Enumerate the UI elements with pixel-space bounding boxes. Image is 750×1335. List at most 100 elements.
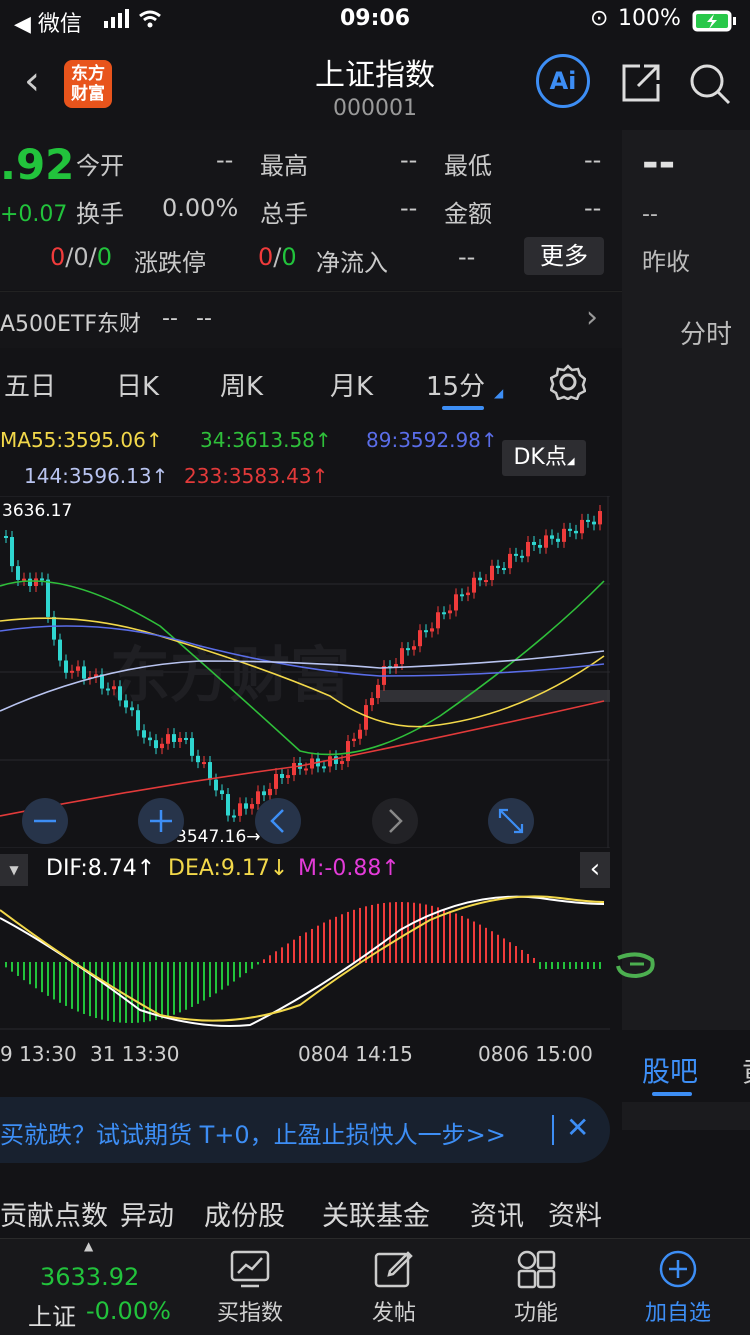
candlestick-chart[interactable]: 东方财富 3636.17 3547.16→ bbox=[0, 496, 610, 848]
settings-gear-icon[interactable] bbox=[549, 364, 587, 404]
top-header: ‹ 东方财富 上证指数 000001 Ai bbox=[0, 40, 750, 130]
macd-bar bbox=[299, 935, 301, 963]
macd-bar bbox=[317, 925, 319, 963]
candle bbox=[220, 790, 224, 795]
tab-five-day[interactable]: 五日 bbox=[4, 366, 56, 403]
etf-row[interactable]: A500ETF东财 -- -- › bbox=[0, 291, 622, 349]
candle bbox=[34, 578, 38, 587]
chart-watermark: 东方财富 bbox=[110, 642, 350, 709]
tab-cut[interactable]: 黄 bbox=[742, 1050, 750, 1090]
close-icon[interactable]: ✕ bbox=[566, 1111, 589, 1144]
tab-indicator bbox=[652, 1092, 692, 1096]
high-price-label: 3636.17 bbox=[2, 501, 72, 521]
tab-contribution[interactable]: 贡献点数 bbox=[0, 1194, 108, 1233]
side-change: -- bbox=[642, 202, 658, 227]
tab-news[interactable]: 资讯 bbox=[470, 1194, 524, 1233]
macd-bar bbox=[131, 962, 133, 1023]
tab-guba[interactable]: 股吧 bbox=[642, 1050, 698, 1090]
candle bbox=[406, 648, 410, 651]
dif-value: DIF:8.74↑ bbox=[46, 856, 156, 881]
functions-button[interactable]: 功能 bbox=[476, 1239, 596, 1327]
candle bbox=[514, 553, 518, 556]
macd-histogram bbox=[5, 902, 601, 1023]
buy-index-button[interactable]: 买指数 bbox=[190, 1239, 310, 1327]
tab-monthly-k[interactable]: 月K bbox=[330, 366, 373, 403]
candle bbox=[592, 521, 596, 525]
indicator-dropdown-icon[interactable]: ▼ bbox=[0, 854, 28, 886]
tab-daily-k[interactable]: 日K bbox=[116, 366, 159, 403]
zoom-in-button[interactable] bbox=[138, 798, 184, 844]
macd-bar bbox=[305, 932, 307, 963]
futures-ad-banner[interactable]: 买就跌？试试期货 T+0，止盈止损快人一步>> ✕ bbox=[0, 1097, 610, 1163]
guba-logo-icon bbox=[616, 952, 655, 979]
candle bbox=[226, 794, 230, 816]
high-value: -- bbox=[400, 146, 418, 174]
candle bbox=[16, 566, 20, 580]
macd-bar bbox=[413, 902, 415, 963]
candle bbox=[424, 630, 428, 633]
etf-value-1: -- bbox=[162, 306, 178, 331]
tab-constituents[interactable]: 成份股 bbox=[204, 1194, 285, 1233]
candle bbox=[112, 686, 116, 690]
more-button[interactable]: 更多 bbox=[524, 237, 604, 275]
candle bbox=[130, 707, 134, 711]
macd-bar bbox=[557, 962, 559, 969]
ma89-value: 89:3592.98↑ bbox=[366, 428, 498, 452]
macd-bar bbox=[359, 907, 361, 963]
side-price: -- bbox=[642, 140, 676, 186]
share-icon[interactable] bbox=[620, 62, 662, 108]
candle bbox=[400, 648, 404, 665]
price-band bbox=[380, 690, 610, 702]
limit-label: 涨跌停 bbox=[134, 249, 206, 277]
grid-icon bbox=[517, 1250, 556, 1289]
index-name: 上证 bbox=[28, 1303, 76, 1331]
back-to-wechat[interactable]: ◀ 微信 bbox=[14, 6, 82, 38]
macd-bar bbox=[185, 962, 187, 1010]
tab-15min[interactable]: 15分 bbox=[426, 366, 485, 403]
tab-info[interactable]: 资料 bbox=[548, 1194, 602, 1233]
fullscreen-button[interactable] bbox=[488, 798, 534, 844]
macd-bar bbox=[191, 962, 193, 1007]
macd-bar bbox=[593, 962, 595, 969]
ai-button[interactable]: Ai bbox=[536, 54, 590, 108]
candle bbox=[508, 553, 512, 569]
expand-up-icon[interactable]: ▲ bbox=[84, 1239, 93, 1253]
etf-value-2: -- bbox=[196, 306, 212, 331]
candle bbox=[118, 686, 122, 701]
ma233-value: 233:3583.43↑ bbox=[184, 464, 329, 488]
macd-chart[interactable] bbox=[0, 890, 610, 1030]
pan-right-button[interactable] bbox=[372, 798, 418, 844]
tab-related-funds[interactable]: 关联基金 bbox=[322, 1194, 430, 1233]
candle bbox=[4, 536, 8, 538]
post-button[interactable]: 发帖 bbox=[334, 1239, 454, 1327]
macd-bar bbox=[479, 924, 481, 963]
macd-bar bbox=[377, 903, 379, 963]
candle bbox=[340, 761, 344, 764]
candle bbox=[184, 737, 188, 740]
add-watchlist-button[interactable]: 加自选 bbox=[618, 1239, 738, 1327]
turnover-value: 0.00% bbox=[162, 194, 239, 222]
candle bbox=[346, 741, 350, 762]
search-icon[interactable] bbox=[688, 62, 732, 110]
candle bbox=[166, 734, 170, 744]
macd-bar bbox=[329, 919, 331, 963]
collapse-arrow-icon[interactable]: ‹ bbox=[580, 852, 610, 888]
pan-left-button[interactable] bbox=[255, 798, 301, 844]
tab-intraday[interactable]: 分时 bbox=[680, 314, 732, 351]
candle bbox=[10, 537, 14, 567]
candle bbox=[250, 804, 254, 809]
macd-bar bbox=[461, 915, 463, 963]
clock: 09:06 bbox=[340, 6, 411, 31]
macd-bar bbox=[491, 931, 493, 963]
zoom-out-button[interactable] bbox=[22, 798, 68, 844]
macd-bar bbox=[95, 962, 97, 1019]
candle bbox=[370, 698, 374, 706]
status-bar: ◀ 微信 09:06 ⊙ 100% bbox=[0, 0, 750, 40]
amount-label: 金额 bbox=[444, 200, 492, 228]
tab-weekly-k[interactable]: 周K bbox=[220, 366, 263, 403]
macd-bar bbox=[179, 962, 181, 1013]
tab-movement[interactable]: 异动 bbox=[120, 1194, 174, 1233]
candle bbox=[292, 763, 296, 776]
dk-point-button[interactable]: DK点◢ bbox=[502, 440, 586, 476]
dropdown-triangle-icon: ◢ bbox=[494, 386, 504, 400]
